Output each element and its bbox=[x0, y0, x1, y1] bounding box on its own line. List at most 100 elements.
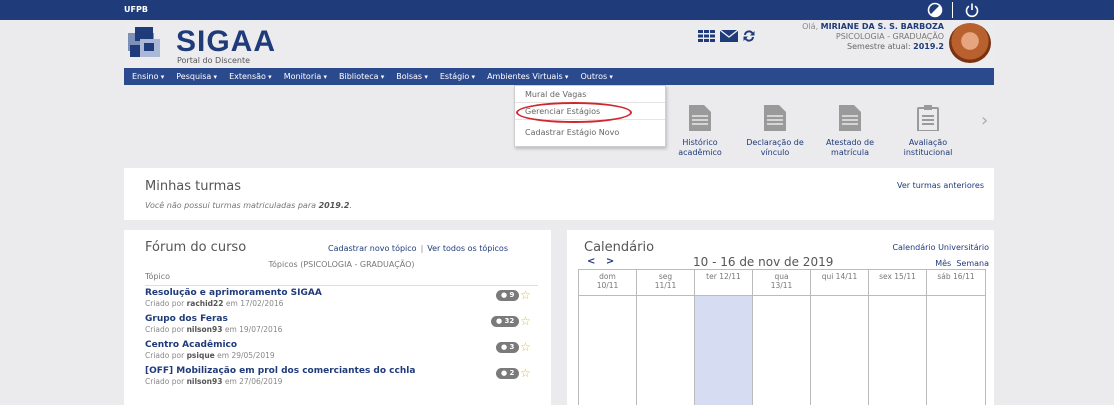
new-topic-link[interactable]: Cadastrar novo tópico bbox=[328, 244, 417, 253]
shortcut-declaracao[interactable]: Declaração de vínculo bbox=[740, 105, 810, 158]
list-item: Grupo dos Feras Criado por nilson93 em 1… bbox=[145, 314, 545, 338]
star-icon[interactable]: ☆ bbox=[520, 288, 531, 302]
document-icon bbox=[689, 105, 711, 131]
dropdown-item-mural-de-vagas[interactable]: Mural de Vagas bbox=[515, 86, 665, 103]
day-name: ter 12/11 bbox=[706, 272, 741, 281]
menu-estagio[interactable]: Estágio bbox=[440, 72, 475, 81]
app-title[interactable]: SIGAA bbox=[176, 25, 276, 59]
dropdown-item-cadastrar-estagio[interactable]: Cadastrar Estágio Novo bbox=[515, 122, 665, 139]
topic-date: 19/07/2016 bbox=[239, 325, 283, 334]
topic-on: em bbox=[224, 377, 237, 386]
star-icon[interactable]: ☆ bbox=[520, 314, 531, 328]
forum-column-header: Tópico bbox=[145, 272, 538, 286]
shortcut-historico[interactable]: Histórico acadêmico bbox=[672, 105, 728, 158]
calendar-next-button[interactable]: > bbox=[606, 256, 614, 267]
comment-count: 3 bbox=[509, 343, 515, 351]
semester-value: 2019.2 bbox=[913, 42, 944, 51]
refresh-icon[interactable] bbox=[742, 29, 756, 43]
view-week-button[interactable]: Semana bbox=[956, 259, 989, 268]
day-name: seg bbox=[658, 272, 673, 281]
user-name: MIRIANE DA S. S. BARBOZA bbox=[820, 22, 944, 31]
star-icon[interactable]: ☆ bbox=[520, 366, 531, 380]
user-course: PSICOLOGIA - GRADUAÇÃO bbox=[835, 32, 944, 41]
calendar-range: 10 - 16 de nov de 2019 bbox=[693, 255, 834, 269]
forum-title: Fórum do curso bbox=[145, 240, 247, 255]
top-bar-icons bbox=[926, 1, 981, 19]
menu-ambientes-virtuais[interactable]: Ambientes Virtuais bbox=[487, 72, 568, 81]
header-icons bbox=[698, 29, 756, 43]
menu-bolsas[interactable]: Bolsas bbox=[396, 72, 428, 81]
mail-icon[interactable] bbox=[720, 30, 738, 42]
menu-outros[interactable]: Outros bbox=[580, 72, 612, 81]
turmas-empty-period: 2019.2 bbox=[318, 201, 350, 210]
shortcut-atestado-line1: Atestado de bbox=[825, 138, 875, 147]
calendar-day-column[interactable]: seg 11/11 bbox=[636, 270, 694, 405]
shortcut-atestado[interactable]: Atestado de matrícula bbox=[820, 105, 880, 158]
calendar-day-column[interactable]: qua 13/11 bbox=[752, 270, 810, 405]
top-bar: UFPB bbox=[0, 0, 1114, 20]
greeting: Olá, bbox=[802, 22, 819, 31]
previous-classes-link[interactable]: Ver turmas anteriores bbox=[897, 181, 984, 190]
calendar-nav: < > bbox=[587, 256, 614, 267]
apps-grid-icon[interactable] bbox=[698, 30, 716, 42]
contrast-icon[interactable] bbox=[926, 1, 944, 19]
calendar-day-column[interactable]: sex 15/11 bbox=[868, 270, 926, 405]
menu-ensino[interactable]: Ensino bbox=[132, 72, 164, 81]
power-icon[interactable] bbox=[963, 1, 981, 19]
avatar[interactable] bbox=[949, 23, 991, 63]
minhas-turmas-card: Minhas turmas Ver turmas anteriores Você… bbox=[124, 168, 994, 220]
menu-biblioteca[interactable]: Biblioteca bbox=[339, 72, 384, 81]
semester-label: Semestre atual: bbox=[847, 42, 911, 51]
topic-created-by: Criado por bbox=[145, 325, 185, 334]
top-bar-divider bbox=[952, 2, 953, 18]
chevron-right-icon[interactable]: › bbox=[981, 110, 988, 131]
calendar-views: Mês Semana bbox=[935, 259, 989, 268]
shortcut-historico-line1: Histórico bbox=[682, 138, 718, 147]
university-calendar-link[interactable]: Calendário Universitário bbox=[892, 243, 989, 252]
day-date: 13/11 bbox=[770, 281, 793, 290]
day-name: qui 14/11 bbox=[821, 272, 858, 281]
comment-icon: ● bbox=[496, 317, 503, 325]
calendar-day-header: dom 10/11 bbox=[579, 270, 636, 296]
comment-count: 2 bbox=[509, 369, 515, 377]
topic-on: em bbox=[225, 299, 238, 308]
topic-author: psique bbox=[186, 351, 215, 360]
menu-pesquisa[interactable]: Pesquisa bbox=[176, 72, 217, 81]
topic-on: em bbox=[217, 351, 230, 360]
shortcut-atestado-line2: matrícula bbox=[831, 148, 869, 157]
menu-extensao[interactable]: Extensão bbox=[229, 72, 272, 81]
topic-author: nilson93 bbox=[186, 325, 223, 334]
topic-title[interactable]: Grupo dos Feras bbox=[145, 314, 228, 324]
comment-count-badge: ● 32 bbox=[491, 316, 520, 327]
comment-count-badge: ● 9 bbox=[496, 290, 520, 301]
turmas-empty-dot: . bbox=[349, 201, 352, 210]
calendar-day-column[interactable]: qui 14/11 bbox=[810, 270, 868, 405]
list-item: Centro Acadêmico Criado por psique em 29… bbox=[145, 340, 545, 364]
institution-label: UFPB bbox=[124, 5, 148, 14]
star-icon[interactable]: ☆ bbox=[520, 340, 531, 354]
calendar-day-header: ter 12/11 bbox=[695, 270, 752, 296]
topic-date: 29/05/2019 bbox=[231, 351, 275, 360]
calendar-day-column[interactable]: dom 10/11 bbox=[578, 270, 636, 405]
calendar-day-header: seg 11/11 bbox=[637, 270, 694, 296]
calendar-day-column-today[interactable]: ter 12/11 bbox=[694, 270, 752, 405]
comment-count-badge: ● 2 bbox=[496, 368, 520, 379]
menu-monitoria[interactable]: Monitoria bbox=[284, 72, 327, 81]
topic-title[interactable]: Centro Acadêmico bbox=[145, 340, 237, 350]
user-info: Olá, MIRIANE DA S. S. BARBOZA PSICOLOGIA… bbox=[784, 22, 944, 52]
topic-title[interactable]: Resolução e aprimoramento SIGAA bbox=[145, 288, 322, 298]
comment-count: 32 bbox=[504, 317, 515, 325]
topic-date: 17/02/2016 bbox=[240, 299, 284, 308]
calendar-day-column[interactable]: sáb 16/11 bbox=[926, 270, 986, 405]
list-item: Resolução e aprimoramento SIGAA Criado p… bbox=[145, 288, 545, 312]
topic-title[interactable]: [OFF] Mobilização em prol dos comerciant… bbox=[145, 366, 415, 376]
sigaa-logo-icon[interactable] bbox=[126, 25, 164, 61]
view-month-button[interactable]: Mês bbox=[935, 259, 951, 268]
comment-count: 9 bbox=[509, 291, 515, 299]
shortcut-avaliacao[interactable]: Avaliação institucional bbox=[893, 105, 963, 158]
day-name: dom bbox=[599, 272, 616, 281]
calendar-day-header: qua 13/11 bbox=[753, 270, 810, 296]
calendar-prev-button[interactable]: < bbox=[587, 256, 595, 267]
topic-on: em bbox=[224, 325, 237, 334]
view-all-topics-link[interactable]: Ver todos os tópicos bbox=[427, 244, 508, 253]
